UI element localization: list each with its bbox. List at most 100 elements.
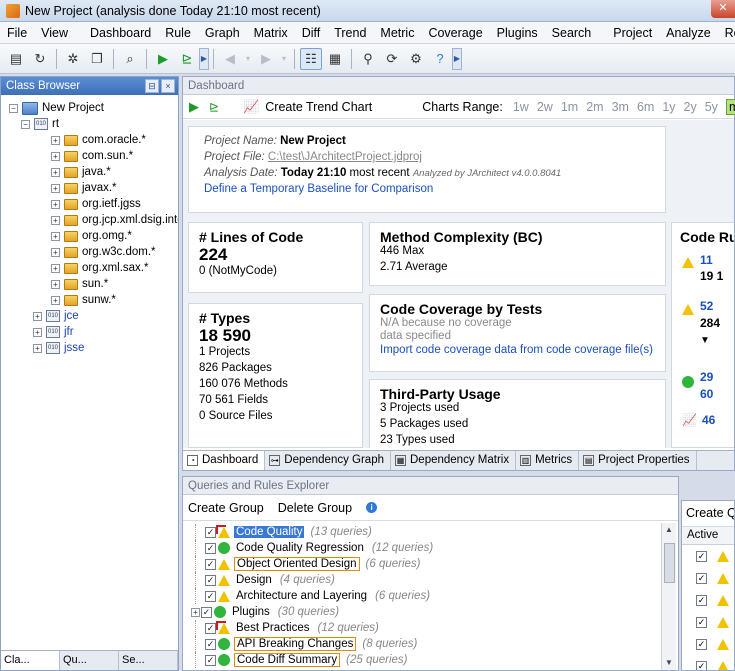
query-row[interactable]: ✓ <box>682 655 734 670</box>
query-row[interactable]: ✓ <box>682 567 734 589</box>
third-party-usage-card[interactable]: Third-Party Usage 3 Projects used 5 Pack… <box>369 379 666 448</box>
search-icon[interactable]: ⚲ <box>357 48 379 70</box>
query-active-checkbox[interactable]: ✓ <box>696 550 707 562</box>
tab-queries[interactable]: Qu... <box>60 651 119 670</box>
query-row[interactable]: ✓ <box>682 545 734 567</box>
expand-icon[interactable]: + <box>33 311 42 321</box>
tree-item-namespace[interactable]: + sun.* <box>51 276 108 292</box>
range-2y[interactable]: 2y <box>684 100 697 114</box>
query-group-row[interactable]: ✓ Object Oriented Design (6 queries) <box>183 556 661 572</box>
query-group-name[interactable]: Best Practices <box>234 622 312 634</box>
range-3m[interactable]: 3m <box>612 100 629 114</box>
menu-analyze[interactable]: Analyze <box>659 22 717 43</box>
expand-icon[interactable]: + <box>51 279 60 289</box>
menu-dashboard[interactable]: Dashboard <box>83 22 158 43</box>
tree-item-assembly[interactable]: +010 jce <box>33 308 79 324</box>
tree-item-namespace[interactable]: + org.ietf.jgss <box>51 196 141 212</box>
query-group-checkbox[interactable]: ✓ <box>205 574 216 586</box>
query-row[interactable]: ✓ <box>682 589 734 611</box>
expand-icon[interactable]: + <box>51 263 60 273</box>
tree-item-assembly-rt[interactable]: − 010 rt <box>21 116 59 132</box>
range-max[interactable]: max <box>725 98 735 115</box>
help-icon[interactable]: ? <box>429 48 451 70</box>
class-browser-toggle-icon[interactable]: ☷ <box>300 47 322 70</box>
query-group-name[interactable]: Code Diff Summary <box>234 653 341 667</box>
expand-icon[interactable]: + <box>51 135 60 145</box>
info-icon[interactable]: i <box>366 502 378 513</box>
query-group-checkbox[interactable]: ✓ <box>201 606 212 618</box>
method-complexity-card[interactable]: Method Complexity (BC) 446 Max 2.71 Aver… <box>369 222 666 286</box>
query-active-checkbox[interactable]: ✓ <box>696 572 707 584</box>
tab-dependency-graph[interactable]: ⊶ Dependency Graph <box>265 451 391 470</box>
code-rules-card[interactable]: Code Ru 11 19 1 52 284 ▼ 29 60 📈 46 <box>671 222 734 448</box>
rules-trend-count[interactable]: 46 <box>702 413 715 427</box>
tab-project-properties[interactable]: ▤ Project Properties <box>579 451 697 470</box>
tree-item-namespace[interactable]: + com.oracle.* <box>51 132 146 148</box>
close-window-button[interactable]: ✕ <box>711 0 735 18</box>
query-row[interactable]: ✓ <box>682 611 734 633</box>
query-group-name[interactable]: Code Quality Regression <box>234 542 366 554</box>
define-baseline-link[interactable]: Define a Temporary Baseline for Comparis… <box>204 183 433 195</box>
expand-icon[interactable]: + <box>33 327 42 337</box>
gear-icon[interactable]: ⚙ <box>405 48 427 70</box>
trend-chart-icon[interactable]: 📈 <box>243 99 259 115</box>
create-query-button[interactable]: Create Qu <box>682 501 734 527</box>
tree-item-namespace[interactable]: + org.omg.* <box>51 228 132 244</box>
code-coverage-card[interactable]: Code Coverage by Tests N/A because no co… <box>369 294 666 372</box>
clipboard-icon[interactable]: ▦ <box>324 48 346 70</box>
tree-item-namespace[interactable]: + com.sun.* <box>51 148 133 164</box>
expand-icon[interactable]: + <box>51 231 60 241</box>
create-trend-chart-button[interactable]: Create Trend Chart <box>265 100 372 114</box>
toolbar-overflow-icon[interactable]: ▶ <box>452 47 462 70</box>
run-options-icon[interactable]: ⊵ <box>209 100 219 114</box>
query-group-name[interactable]: API Breaking Changes <box>234 637 357 651</box>
menu-coverage[interactable]: Coverage <box>421 22 489 43</box>
settings-tools-icon[interactable]: ✲ <box>62 48 84 70</box>
expand-icon[interactable]: + <box>51 247 60 257</box>
range-2m[interactable]: 2m <box>586 100 603 114</box>
expand-icon[interactable]: + <box>191 607 200 617</box>
tree-item-namespace[interactable]: + org.xml.sax.* <box>51 260 148 276</box>
tree-item-namespace[interactable]: + sunw.* <box>51 292 116 308</box>
rules-warning-count[interactable]: 52 <box>700 299 713 313</box>
query-group-checkbox[interactable]: ✓ <box>205 526 216 538</box>
expand-icon[interactable]: + <box>51 199 60 209</box>
menu-plugins[interactable]: Plugins <box>490 22 545 43</box>
forward-dropdown-icon[interactable]: ▾ <box>279 48 289 70</box>
find-icon[interactable]: ⌕ <box>119 48 141 70</box>
expand-icon[interactable]: + <box>33 343 42 353</box>
menu-rule[interactable]: Rule <box>158 22 198 43</box>
collapse-icon[interactable]: − <box>21 119 30 129</box>
query-group-name[interactable]: Code Quality <box>234 526 305 538</box>
query-group-row[interactable]: ✓ Code Quality Regression (12 queries) <box>183 540 661 556</box>
tree-item-namespace[interactable]: + javax.* <box>51 180 117 196</box>
collapse-icon[interactable]: − <box>9 103 18 113</box>
types-card[interactable]: # Types 18 590 1 Projects 826 Packages 1… <box>188 303 363 448</box>
back-icon[interactable]: ◀ <box>219 48 241 70</box>
rules-ok-sub[interactable]: 60 <box>700 387 713 401</box>
delete-group-button[interactable]: Delete Group <box>278 501 352 515</box>
tree-item-assembly[interactable]: +010 jfr <box>33 324 74 340</box>
menu-view[interactable]: View <box>34 22 75 43</box>
expand-icon[interactable]: + <box>51 183 60 193</box>
tree-item-namespace[interactable]: + org.w3c.dom.* <box>51 244 156 260</box>
scroll-thumb[interactable] <box>664 543 675 583</box>
pin-icon[interactable]: ⊟ <box>145 79 159 93</box>
tab-class-browser[interactable]: Cla... <box>1 651 60 670</box>
menu-metric[interactable]: Metric <box>373 22 421 43</box>
range-5y[interactable]: 5y <box>705 100 718 114</box>
tree-item-assembly[interactable]: +010 jsse <box>33 340 84 356</box>
query-active-checkbox[interactable]: ✓ <box>696 616 707 628</box>
query-group-checkbox[interactable]: ✓ <box>205 542 216 554</box>
menu-search[interactable]: Search <box>545 22 599 43</box>
run-analysis-options-icon[interactable]: ⊵ <box>176 48 198 70</box>
import-coverage-link[interactable]: Import code coverage data from code cove… <box>380 344 655 360</box>
tree-item-project[interactable]: − New Project <box>9 100 104 116</box>
expand-icon[interactable]: + <box>51 151 60 161</box>
query-group-row[interactable]: ✓ Code Diff Summary (25 queries) <box>183 652 661 668</box>
query-group-checkbox[interactable]: ✓ <box>205 638 216 650</box>
menu-trend[interactable]: Trend <box>327 22 373 43</box>
query-group-checkbox[interactable]: ✓ <box>205 622 216 634</box>
query-group-row[interactable]: ✓ API Breaking Changes (8 queries) <box>183 636 661 652</box>
query-group-name[interactable]: Object Oriented Design <box>234 557 360 571</box>
